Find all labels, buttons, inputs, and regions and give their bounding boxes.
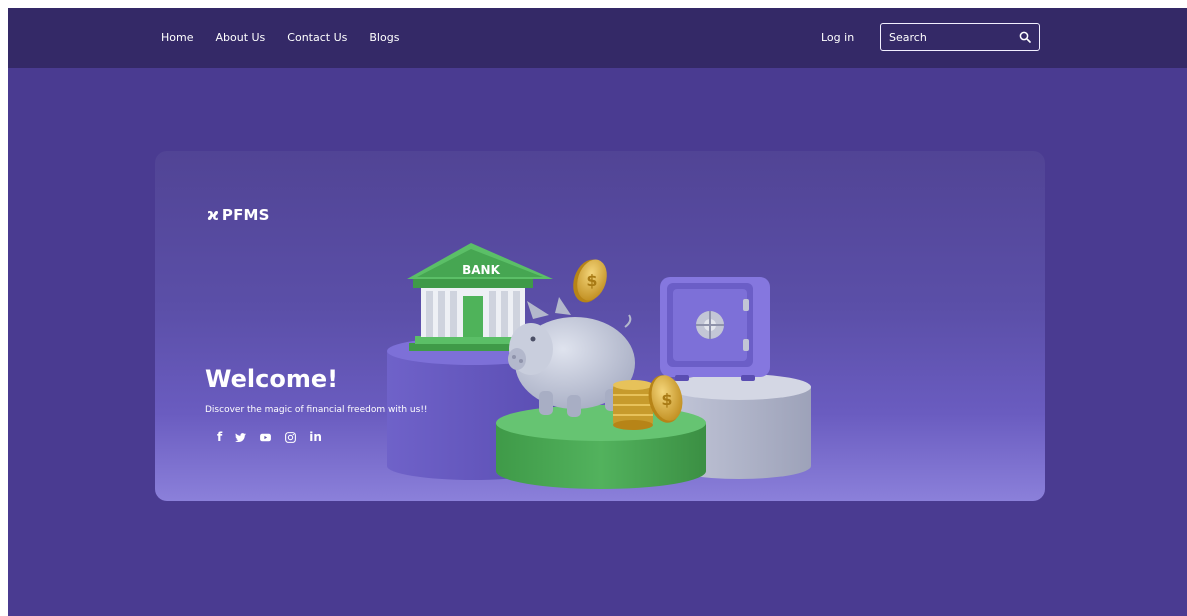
instagram-icon[interactable]: [284, 431, 297, 444]
search-box[interactable]: [880, 23, 1040, 51]
nav-link-blogs[interactable]: Blogs: [369, 31, 399, 44]
page: Home About Us Contact Us Blogs Log in Se…: [8, 8, 1187, 616]
search-input[interactable]: [889, 30, 1019, 44]
floating-coin: $: [573, 259, 607, 303]
login-link[interactable]: Log in: [821, 31, 854, 44]
search-icon[interactable]: [1019, 31, 1031, 43]
linkedin-icon[interactable]: in: [309, 431, 322, 444]
social-links: f in: [217, 431, 322, 444]
brand-name: PFMS: [221, 205, 270, 224]
hero-title: Welcome!: [205, 365, 339, 393]
twitter-icon[interactable]: [234, 431, 247, 444]
svg-text:$: $: [661, 390, 672, 409]
hero-tagline: Discover the magic of financial freedom …: [205, 405, 428, 415]
navbar: Home About Us Contact Us Blogs Log in: [8, 8, 1187, 68]
hero-banner: BANK $ $ ϰ PFMS Welcome! Discover the ma…: [155, 151, 1045, 501]
svg-text:$: $: [586, 271, 597, 290]
hero-illustration: BANK $ $: [387, 243, 811, 489]
brand-logo[interactable]: ϰ PFMS: [207, 205, 270, 224]
facebook-icon[interactable]: f: [217, 431, 222, 444]
nav-link-contact-us[interactable]: Contact Us: [287, 31, 347, 44]
vault-safe: [660, 277, 770, 381]
nav-link-about-us[interactable]: About Us: [215, 31, 265, 44]
nav-link-home[interactable]: Home: [161, 31, 193, 44]
brand-mark-icon: ϰ: [207, 205, 219, 224]
youtube-icon[interactable]: [259, 431, 272, 444]
bank-sign-text: BANK: [462, 263, 500, 277]
nav-links: Home About Us Contact Us Blogs: [161, 31, 399, 44]
